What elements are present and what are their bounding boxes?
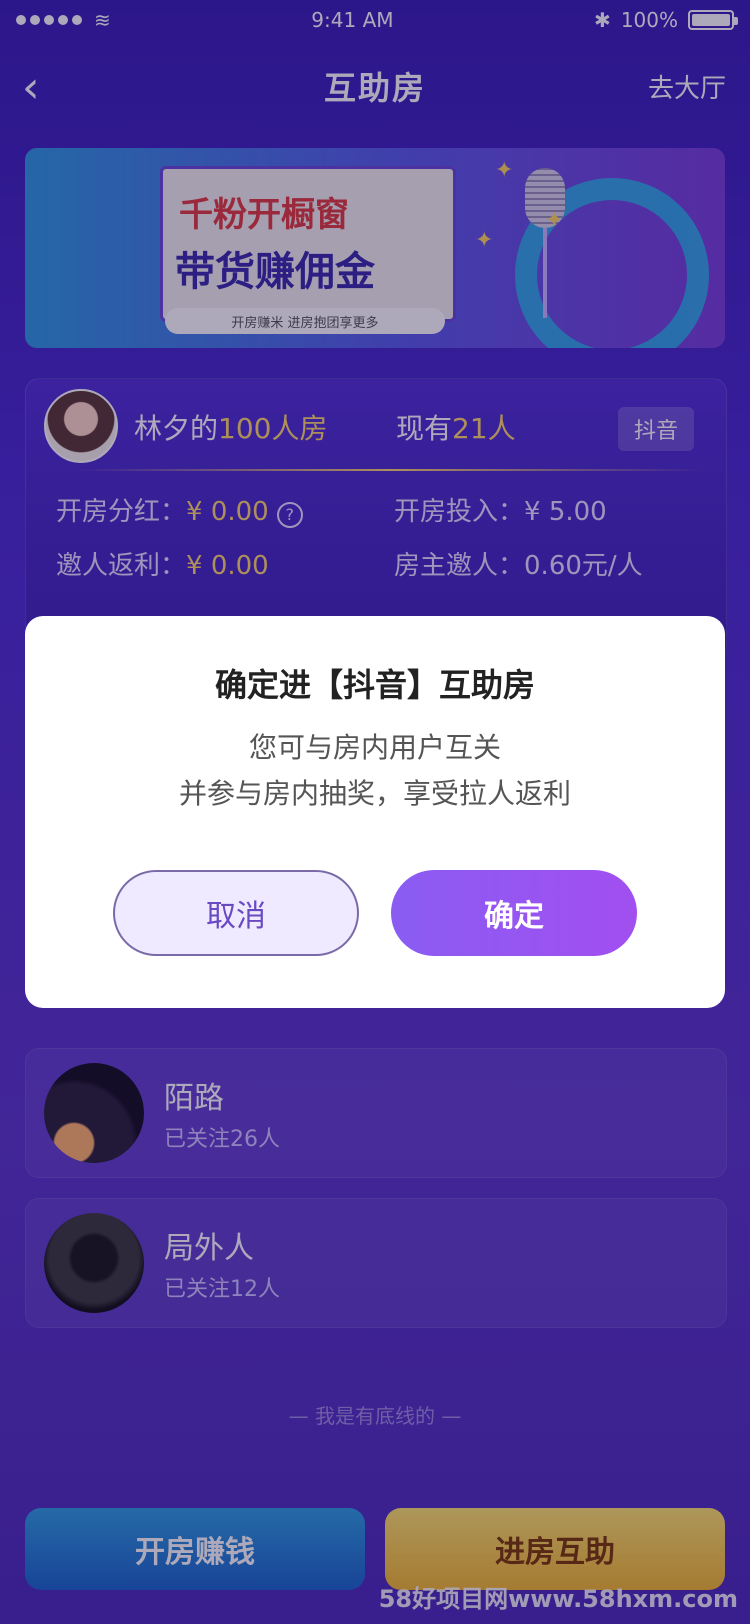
dialog-message-line1: 您可与房内用户互关 [248, 731, 501, 764]
cancel-button[interactable]: 取消 [113, 870, 359, 956]
dialog-message-line2: 并参与房内抽奖，享受拉人返利 [178, 777, 571, 810]
confirm-dialog: 确定进【抖音】互助房 您可与房内用户互关 并参与房内抽奖，享受拉人返利 取消 确… [25, 616, 725, 1008]
confirm-button[interactable]: 确定 [391, 870, 637, 956]
dialog-title: 确定进【抖音】互助房 [214, 666, 535, 704]
